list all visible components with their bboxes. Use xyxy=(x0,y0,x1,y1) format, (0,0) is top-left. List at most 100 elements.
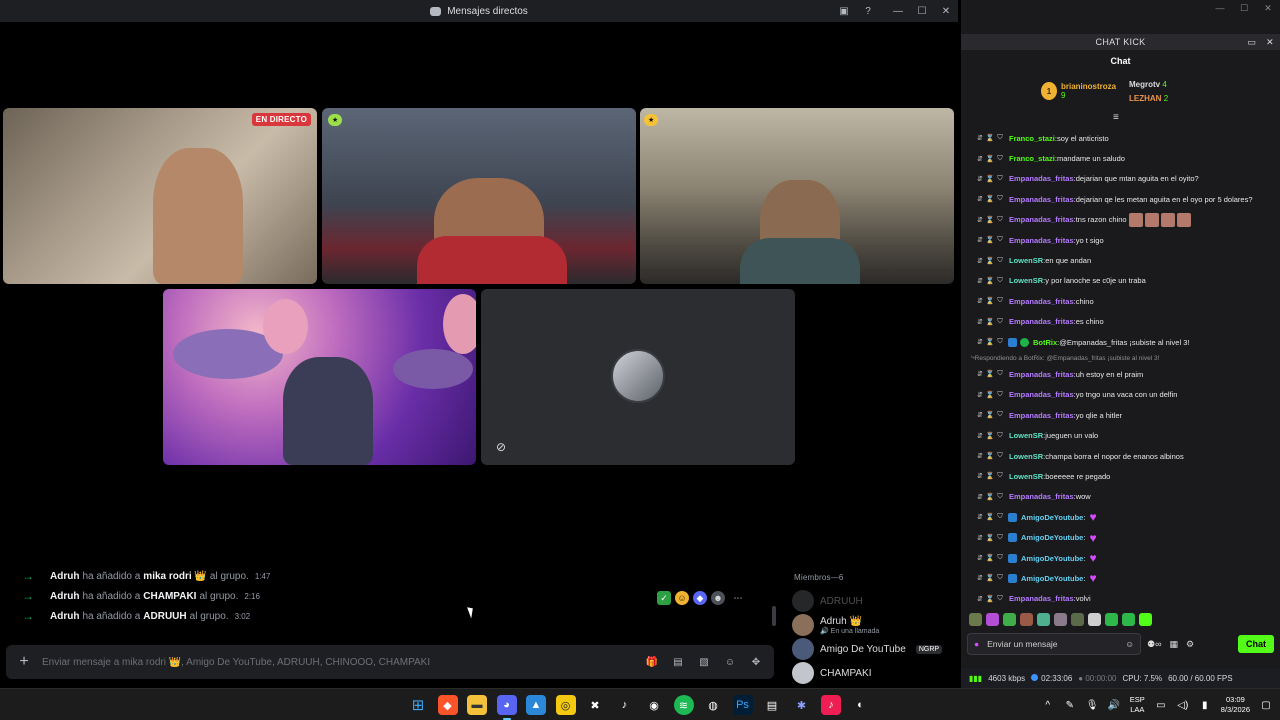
network-icon[interactable]: ▭ xyxy=(1155,700,1167,711)
chat-username[interactable]: BotRix xyxy=(1033,338,1057,347)
pin-icon[interactable]: ⇵ xyxy=(975,175,985,183)
kick-chat-input[interactable]: ● Enviar un mensaje ☺ xyxy=(967,633,1141,655)
ban-icon[interactable]: ⛉ xyxy=(995,297,1005,305)
emote[interactable] xyxy=(1037,613,1050,626)
chat-username[interactable]: LowenSR xyxy=(1009,431,1043,440)
add-reaction-icon[interactable]: ☻ xyxy=(711,591,725,605)
video-tile-1[interactable]: EN DIRECTO xyxy=(3,108,317,284)
maximize-button[interactable]: ☐ xyxy=(1232,3,1256,14)
settings-icon[interactable]: ⚙ xyxy=(1186,639,1194,650)
clock[interactable]: 03:09 8/3/2026 xyxy=(1221,695,1250,715)
timeout-icon[interactable]: ⌛ xyxy=(985,155,995,163)
discord-icon[interactable]: ◕ xyxy=(496,695,517,720)
chat-username[interactable]: Empanadas_fritas xyxy=(1009,594,1074,603)
chat-username[interactable]: Empanadas_fritas xyxy=(1009,195,1074,204)
maximize-button[interactable]: ☐ xyxy=(910,0,934,22)
file-explorer-icon[interactable]: ▬ xyxy=(467,695,487,715)
spotify-icon[interactable]: ≋ xyxy=(673,695,694,715)
ban-icon[interactable]: ⛉ xyxy=(995,236,1005,244)
users-icon[interactable]: ⚉∞ xyxy=(1147,639,1161,650)
start-button-icon[interactable]: ⊞ xyxy=(408,695,428,715)
pin-icon[interactable]: ⇵ xyxy=(975,513,985,521)
ban-icon[interactable]: ⛉ xyxy=(995,452,1005,460)
ban-icon[interactable]: ⛉ xyxy=(995,216,1005,224)
member-item[interactable]: ADRUUH xyxy=(780,589,958,613)
emote[interactable] xyxy=(1139,613,1152,626)
chevron-up-icon[interactable]: ^ xyxy=(1042,700,1054,711)
terminal-icon[interactable]: ▤ xyxy=(762,695,782,715)
pin-icon[interactable]: ⇵ xyxy=(975,595,985,603)
chat-username[interactable]: Empanadas_fritas xyxy=(1009,411,1074,420)
pin-icon[interactable]: ⇵ xyxy=(975,236,985,244)
ban-icon[interactable]: ⛉ xyxy=(995,595,1005,603)
pin-icon[interactable]: ⇵ xyxy=(975,257,985,265)
chat-username[interactable]: AmigoDeYoutube xyxy=(1021,574,1083,583)
gift-icon[interactable]: ▦ xyxy=(1169,639,1178,650)
chat-username[interactable]: Empanadas_fritas xyxy=(1009,297,1074,306)
photos-icon[interactable]: ▲ xyxy=(526,695,546,715)
close-button[interactable]: ✕ xyxy=(1256,3,1280,14)
add-attachment-icon[interactable]: + xyxy=(6,653,42,671)
chat-username[interactable]: Empanadas_fritas xyxy=(1009,492,1074,501)
minimize-button[interactable]: — xyxy=(1208,3,1232,13)
timeout-icon[interactable]: ⌛ xyxy=(985,277,995,285)
timeout-icon[interactable]: ⌛ xyxy=(985,175,995,183)
ban-icon[interactable]: ⛉ xyxy=(995,370,1005,378)
ban-icon[interactable]: ⛉ xyxy=(995,432,1005,440)
chat-username[interactable]: Empanadas_fritas xyxy=(1009,317,1074,326)
chat-username[interactable]: Empanadas_fritas xyxy=(1009,236,1074,245)
microphone-icon[interactable]: 🎙 xyxy=(1086,700,1099,711)
gif-icon[interactable]: ▤ xyxy=(670,655,686,669)
timeout-icon[interactable]: ⌛ xyxy=(985,472,995,480)
pin-icon[interactable]: ⇵ xyxy=(975,155,985,163)
chat-username[interactable]: Empanadas_fritas xyxy=(1009,174,1074,183)
timeout-icon[interactable]: ⌛ xyxy=(985,318,995,326)
ban-icon[interactable]: ⛉ xyxy=(995,554,1005,562)
chat-username[interactable]: AmigoDeYoutube xyxy=(1021,533,1083,542)
pin-icon[interactable]: ⇵ xyxy=(975,277,985,285)
pin-icon[interactable]: ⇵ xyxy=(975,318,985,326)
send-chat-button[interactable]: Chat xyxy=(1238,635,1274,653)
timeout-icon[interactable]: ⌛ xyxy=(985,534,995,542)
timeout-icon[interactable]: ⌛ xyxy=(985,370,995,378)
ban-icon[interactable]: ⛉ xyxy=(995,493,1005,501)
chat-username[interactable]: Empanadas_fritas xyxy=(1009,215,1074,224)
filter-icon[interactable]: ≡ xyxy=(1113,112,1119,123)
sticker-icon[interactable]: ▧ xyxy=(696,655,712,669)
close-dock-icon[interactable]: ✕ xyxy=(1266,34,1274,50)
ban-icon[interactable]: ⛉ xyxy=(995,513,1005,521)
ban-icon[interactable]: ⛉ xyxy=(995,472,1005,480)
emote[interactable] xyxy=(986,613,999,626)
ban-icon[interactable]: ⛉ xyxy=(995,195,1005,203)
timeout-icon[interactable]: ⌛ xyxy=(985,574,995,582)
ban-icon[interactable]: ⛉ xyxy=(995,155,1005,163)
timeout-icon[interactable]: ⌛ xyxy=(985,216,995,224)
ban-icon[interactable]: ⛉ xyxy=(995,257,1005,265)
tiktok-icon[interactable]: ♪ xyxy=(615,695,635,715)
member-item[interactable]: Adruh 👑 🔊 En una llamada xyxy=(780,613,958,637)
pin-icon[interactable]: ⇵ xyxy=(975,534,985,542)
notifications-icon[interactable]: ▢ xyxy=(1260,700,1272,711)
undock-icon[interactable]: ▭ xyxy=(1247,34,1256,50)
screen-share-icon[interactable]: ▣ xyxy=(832,0,856,22)
pin-icon[interactable]: ⇵ xyxy=(975,134,985,142)
apps-icon[interactable]: ✥ xyxy=(748,655,764,669)
capcut-icon[interactable]: ✖ xyxy=(585,695,605,715)
chat-username[interactable]: Franco_stazi xyxy=(1009,134,1055,143)
timeout-icon[interactable]: ⌛ xyxy=(985,297,995,305)
app-icon[interactable]: ◎ xyxy=(555,695,576,715)
emote[interactable] xyxy=(1003,613,1016,626)
timeout-icon[interactable]: ⌛ xyxy=(985,391,995,399)
emote[interactable] xyxy=(1105,613,1118,626)
timeout-icon[interactable]: ⌛ xyxy=(985,338,995,346)
app-icon[interactable]: ✱ xyxy=(792,695,812,715)
brave-icon[interactable]: ◆ xyxy=(437,695,458,715)
emoji-icon[interactable]: ☺ xyxy=(722,655,738,669)
ban-icon[interactable]: ⛉ xyxy=(995,534,1005,542)
chrome-icon[interactable]: ◉ xyxy=(644,695,664,715)
ban-icon[interactable]: ⛉ xyxy=(995,391,1005,399)
pin-icon[interactable]: ⇵ xyxy=(975,370,985,378)
pin-icon[interactable]: ⇵ xyxy=(975,472,985,480)
chat-username[interactable]: Franco_stazi xyxy=(1009,154,1055,163)
video-tile-3[interactable]: ★ xyxy=(640,108,954,284)
